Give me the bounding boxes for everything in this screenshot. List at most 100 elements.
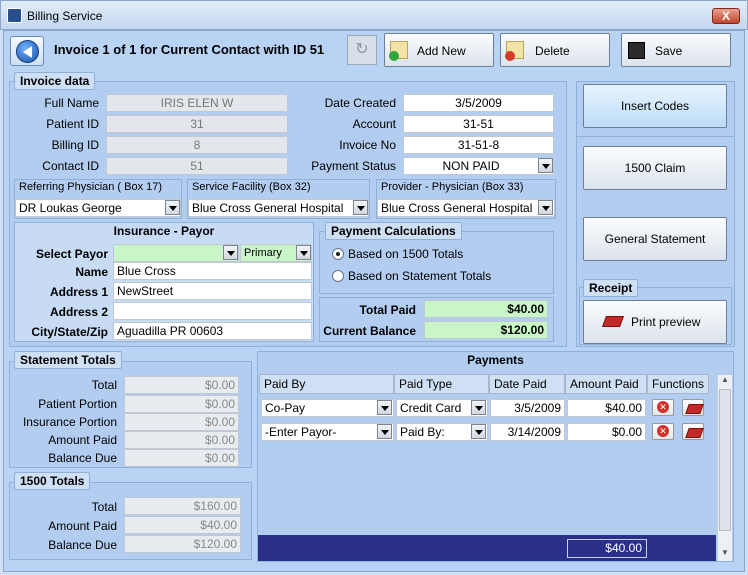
scroll-thumb[interactable]	[719, 389, 731, 531]
payments-title: Payments	[467, 353, 524, 367]
chevron-down-icon[interactable]	[471, 400, 486, 415]
city-state-zip-field[interactable]: Aguadilla PR 00603	[113, 322, 312, 340]
payment-calc-legend: Payment Calculations	[325, 222, 462, 240]
provider-select[interactable]: Blue Cross General Hospital	[377, 199, 555, 217]
invoice-no-field[interactable]: 31-51-8	[403, 136, 554, 154]
scroll-up-icon[interactable]: ▲	[721, 375, 729, 384]
header-paid-by[interactable]: Paid By	[259, 374, 394, 394]
invoice-no-label: Invoice No	[339, 138, 396, 152]
facility-label: Service Facility (Box 32)	[192, 181, 311, 193]
select-payor-select[interactable]	[113, 244, 239, 262]
balance-due-1500-label: Balance Due	[48, 538, 117, 552]
add-new-label: Add New	[417, 44, 466, 58]
row2-amount-field[interactable]: $0.00	[567, 423, 646, 441]
statement-balance-due-label: Balance Due	[48, 451, 117, 465]
total-1500-label: Total	[91, 500, 117, 514]
contact-id-label: Contact ID	[42, 159, 99, 173]
row1-date-field[interactable]: 3/5/2009	[490, 399, 565, 417]
facility-select[interactable]: Blue Cross General Hospital	[188, 199, 369, 217]
statement-amount-paid-value: $0.00	[124, 431, 239, 449]
statement-balance-due-value: $0.00	[124, 449, 239, 467]
totals-1500-legend: 1500 Totals	[14, 472, 91, 490]
payment-status-select[interactable]: NON PAID	[403, 157, 554, 175]
chevron-down-icon[interactable]	[296, 245, 311, 260]
general-statement-button[interactable]: General Statement	[583, 217, 727, 261]
chevron-down-icon[interactable]	[538, 200, 553, 215]
back-button[interactable]	[10, 36, 44, 66]
row2-paid-by-select[interactable]: -Enter Payor-	[261, 423, 394, 441]
total-paid-label: Total Paid	[359, 303, 416, 317]
city-state-zip-label: City/State/Zip	[31, 325, 108, 339]
close-button[interactable]: X	[712, 8, 740, 24]
amount-paid-1500-value: $40.00	[124, 516, 241, 534]
header-functions[interactable]: Functions	[647, 374, 709, 394]
header-paid-type[interactable]: Paid Type	[394, 374, 489, 394]
payments-scrollbar[interactable]: ▲ ▼	[717, 375, 732, 561]
row2-receipt-icon[interactable]	[682, 423, 704, 440]
title-bar: Billing Service X	[0, 0, 748, 30]
invoice-data-legend: Invoice data	[14, 72, 96, 90]
refresh-button[interactable]: ↻	[347, 35, 377, 65]
full-name-field: IRIS ELEN W	[106, 94, 288, 112]
contact-id-field: 51	[106, 157, 288, 175]
radio-1500-label: Based on 1500 Totals	[348, 247, 464, 261]
statement-total-label: Total	[91, 378, 117, 392]
chevron-down-icon[interactable]	[223, 245, 238, 260]
provider-label: Provider - Physician (Box 33)	[381, 181, 524, 193]
print-preview-label: Print preview	[631, 315, 701, 329]
insert-codes-button[interactable]: Insert Codes	[583, 84, 727, 128]
row2-date-field[interactable]: 3/14/2009	[490, 423, 565, 441]
window-title: Billing Service	[27, 9, 103, 23]
payments-footer	[258, 535, 716, 561]
chevron-down-icon[interactable]	[538, 158, 553, 173]
radio-1500-totals[interactable]	[332, 248, 344, 260]
scroll-down-icon[interactable]: ▼	[721, 548, 729, 557]
account-label: Account	[352, 117, 396, 131]
chevron-down-icon[interactable]	[471, 424, 486, 439]
save-button[interactable]: Save	[621, 33, 731, 67]
row1-delete-icon[interactable]	[652, 399, 674, 416]
delete-label: Delete	[535, 44, 570, 58]
chevron-down-icon[interactable]	[377, 424, 392, 439]
save-label: Save	[655, 44, 683, 58]
address1-label: Address 1	[49, 285, 108, 299]
book-icon	[601, 316, 625, 327]
radio-statement-totals[interactable]	[332, 270, 344, 282]
address2-field[interactable]	[113, 302, 312, 320]
payor-name-field[interactable]: Blue Cross	[113, 262, 312, 280]
current-balance-value: $120.00	[424, 321, 548, 339]
chevron-down-icon[interactable]	[353, 200, 368, 215]
add-new-button[interactable]: Add New	[384, 33, 494, 67]
patient-id-label: Patient ID	[46, 117, 99, 131]
patient-portion-label: Patient Portion	[38, 397, 117, 411]
row1-paid-by-select[interactable]: Co-Pay	[261, 399, 394, 417]
amount-paid-1500-label: Amount Paid	[48, 519, 117, 533]
total-paid-value: $40.00	[424, 300, 548, 318]
header-date-paid[interactable]: Date Paid	[489, 374, 565, 394]
delete-button[interactable]: Delete	[500, 33, 610, 67]
print-preview-button[interactable]: Print preview	[583, 300, 727, 344]
insurance-legend: Insurance - Payor	[113, 224, 215, 238]
statement-total-value: $0.00	[124, 376, 239, 394]
payments-footer-total: $40.00	[567, 539, 647, 558]
full-name-label: Full Name	[44, 96, 99, 110]
header-amount-paid[interactable]: Amount Paid	[565, 374, 647, 394]
chevron-down-icon[interactable]	[165, 200, 180, 215]
date-created-field[interactable]: 3/5/2009	[403, 94, 554, 112]
claim-1500-button[interactable]: 1500 Claim	[583, 146, 727, 190]
address2-label: Address 2	[49, 305, 108, 319]
billing-id-field: 8	[106, 136, 288, 154]
account-field[interactable]: 31-51	[403, 115, 554, 133]
payment-status-label: Payment Status	[311, 159, 396, 173]
date-created-label: Date Created	[324, 96, 396, 110]
address1-field[interactable]: NewStreet	[113, 282, 312, 300]
row1-amount-field[interactable]: $40.00	[567, 399, 646, 417]
referring-select[interactable]: DR Loukas George	[15, 199, 181, 217]
total-1500-value: $160.00	[124, 497, 241, 515]
select-payor-label: Select Payor	[35, 247, 108, 261]
row1-receipt-icon[interactable]	[682, 399, 704, 416]
chevron-down-icon[interactable]	[377, 400, 392, 415]
row2-delete-icon[interactable]	[652, 423, 674, 440]
balance-due-1500-value: $120.00	[124, 535, 241, 553]
receipt-legend: Receipt	[583, 279, 639, 297]
